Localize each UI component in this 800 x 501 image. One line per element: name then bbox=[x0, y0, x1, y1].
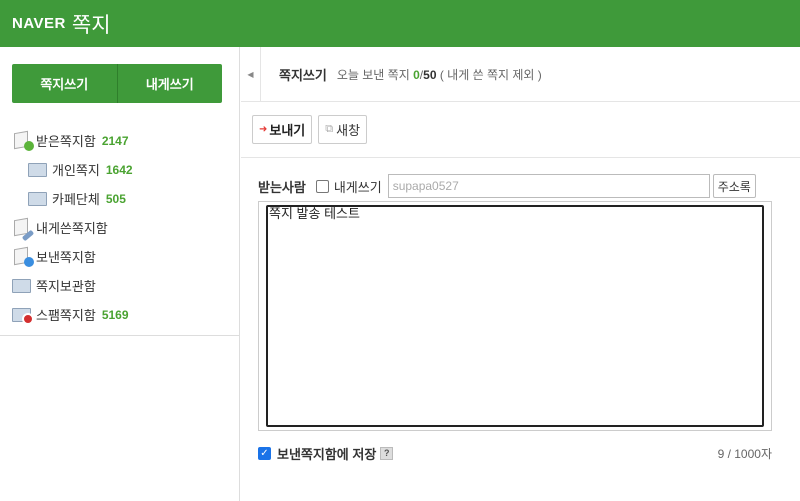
sent-icon bbox=[12, 246, 34, 267]
daily-sent-status: 오늘 보낸 쪽지 0/50 ( 내게 쓴 쪽지 제외 ) bbox=[337, 66, 542, 83]
folder-spam[interactable]: 스팸쪽지함 5169 bbox=[0, 300, 239, 329]
arrow-right-icon: ➜ bbox=[259, 124, 268, 135]
write-to-self-label: 내게쓰기 bbox=[333, 179, 382, 195]
folder-label: 내게쓴쪽지함 bbox=[36, 221, 108, 236]
folder-cafe-group[interactable]: 카페단체 505 bbox=[0, 184, 239, 213]
page-title: 쪽지쓰기 bbox=[279, 67, 327, 83]
recipient-label: 받는사람 bbox=[258, 179, 306, 195]
char-counter: 9 / 1000자 bbox=[717, 447, 772, 461]
app-title[interactable]: 쪽지 bbox=[72, 9, 111, 39]
folder-icon bbox=[12, 276, 34, 296]
folder-label: 쪽지보관함 bbox=[36, 279, 96, 294]
new-window-label: 새창 bbox=[336, 123, 361, 138]
inbox-icon bbox=[12, 130, 34, 151]
write-to-self-checkbox[interactable] bbox=[315, 179, 329, 193]
folder-count: 5169 bbox=[101, 307, 129, 322]
folder-count: 505 bbox=[105, 191, 126, 206]
folder-list: 받은쪽지함 2147 개인쪽지 1642 카페단체 505 내게쓴쪽지함 보낸쪽… bbox=[0, 126, 239, 336]
folder-count: 2147 bbox=[101, 133, 129, 148]
folder-personal[interactable]: 개인쪽지 1642 bbox=[0, 155, 239, 184]
today-label: 오늘 보낸 쪽지 bbox=[336, 67, 410, 82]
message-textarea[interactable]: 쪽지 발송 테스트 bbox=[266, 205, 764, 427]
save-to-sent-label: 보낸쪽지함에 저장 bbox=[277, 447, 377, 462]
folder-label: 받은쪽지함 bbox=[36, 134, 96, 149]
send-button[interactable]: ➜ 보내기 bbox=[252, 115, 313, 144]
new-window-button[interactable]: ⧉ 새창 bbox=[318, 115, 368, 144]
person-folder-icon bbox=[28, 160, 50, 180]
spam-icon bbox=[12, 305, 34, 325]
collapse-sidebar-button[interactable]: ◀ bbox=[241, 46, 261, 102]
app-header: NAVER 쪽지 bbox=[0, 0, 800, 47]
cafe-folder-icon bbox=[28, 189, 50, 209]
folder-self-written[interactable]: 내게쓴쪽지함 bbox=[0, 213, 239, 242]
naver-logo[interactable]: NAVER bbox=[12, 15, 66, 32]
write-to-self-button[interactable]: 내게쓰기 bbox=[118, 64, 223, 103]
folder-label: 개인쪽지 bbox=[52, 163, 100, 178]
sent-limit: 50 bbox=[423, 67, 437, 82]
help-icon[interactable]: ? bbox=[380, 447, 394, 460]
send-label: 보내기 bbox=[269, 123, 306, 138]
recipient-input[interactable]: supapa0527 bbox=[387, 174, 710, 198]
folder-count: 1642 bbox=[105, 162, 133, 177]
sent-count: 0 bbox=[413, 67, 420, 82]
folder-label: 카페단체 bbox=[52, 192, 100, 207]
self-written-icon bbox=[12, 217, 35, 241]
compose-form: 받는사람 내게쓰기 supapa0527 주소록 쪽지 발송 테스트 ✓ 보낸쪽… bbox=[241, 158, 800, 463]
folder-label: 스팸쪽지함 bbox=[36, 308, 96, 323]
folder-sent[interactable]: 보낸쪽지함 bbox=[0, 242, 239, 271]
message-editor-frame: 쪽지 발송 테스트 bbox=[258, 201, 772, 431]
write-message-button[interactable]: 쪽지쓰기 bbox=[12, 64, 118, 103]
external-link-icon: ⧉ bbox=[325, 123, 334, 135]
address-book-button[interactable]: 주소록 bbox=[712, 174, 756, 198]
compose-header: ◀ 쪽지쓰기 오늘 보낸 쪽지 0/50 ( 내게 쓴 쪽지 제외 ) bbox=[241, 46, 800, 102]
folder-label: 보낸쪽지함 bbox=[36, 250, 96, 265]
write-buttons: 쪽지쓰기 내게쓰기 bbox=[12, 64, 222, 103]
compose-panel: ◀ 쪽지쓰기 오늘 보낸 쪽지 0/50 ( 내게 쓴 쪽지 제외 ) ➜ 보내… bbox=[241, 46, 800, 501]
compose-toolbar: ➜ 보내기 ⧉ 새창 bbox=[241, 102, 800, 158]
folder-inbox[interactable]: 받은쪽지함 2147 bbox=[0, 126, 239, 155]
limit-note: ( 내게 쓴 쪽지 제외 ) bbox=[439, 67, 542, 82]
save-to-sent-checkbox[interactable]: ✓ bbox=[258, 447, 271, 460]
folder-archive[interactable]: 쪽지보관함 bbox=[0, 271, 239, 300]
sidebar: 쪽지쓰기 내게쓰기 받은쪽지함 2147 개인쪽지 1642 카페단체 505 … bbox=[0, 47, 240, 501]
